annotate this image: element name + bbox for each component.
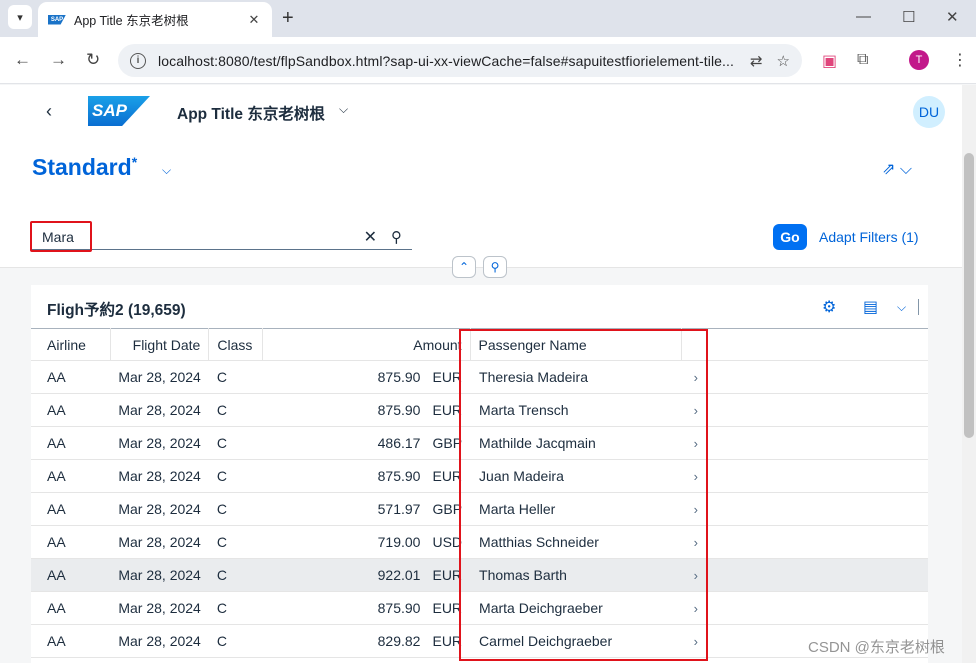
chevron-right-icon[interactable]: › <box>681 459 928 493</box>
cell-amount: 875.90 <box>262 459 429 493</box>
chevron-down-icon[interactable]: ⌵ <box>897 300 906 315</box>
column-header-airline[interactable]: Airline <box>31 328 111 361</box>
cell-airline: AA <box>31 393 111 427</box>
cell-airline: AA <box>31 558 111 592</box>
tab-title: App Title 东京老树根 <box>74 14 189 28</box>
back-icon[interactable]: ‹ <box>46 101 52 122</box>
cell-class: C <box>208 426 263 460</box>
cell-airline: AA <box>31 525 111 559</box>
cell-airline: AA <box>31 360 111 394</box>
chevron-right-icon[interactable]: › <box>681 558 928 592</box>
cell-flight-date: Mar 28, 2024 <box>110 426 209 460</box>
cell-amount: 875.90 <box>262 591 429 625</box>
go-button[interactable]: Go <box>773 224 807 250</box>
cell-class: C <box>208 525 263 559</box>
settings-gear-icon[interactable]: ⚙ <box>822 297 836 317</box>
chevron-down-icon[interactable]: ⌵ <box>339 102 348 117</box>
scrollbar-thumb[interactable] <box>964 153 974 438</box>
share-icon[interactable]: ⇗ ⌵ <box>882 159 912 179</box>
cell-amount: 875.90 <box>262 393 429 427</box>
adapt-filters-button[interactable]: Adapt Filters (1) <box>819 229 919 245</box>
back-arrow-icon[interactable]: ← <box>14 50 31 70</box>
shell-bar: ‹ SAP App Title 东京老树根 ⌵ DU <box>0 85 962 137</box>
user-avatar[interactable]: DU <box>913 96 945 128</box>
clear-icon[interactable]: ✕ <box>364 227 377 247</box>
column-header-class[interactable]: Class <box>208 328 264 361</box>
new-tab-icon[interactable]: + <box>282 7 294 30</box>
cell-amount: 486.17 <box>262 426 429 460</box>
maximize-icon[interactable]: ☐ <box>902 8 915 26</box>
chevron-right-icon[interactable]: › <box>681 360 928 394</box>
search-icon[interactable]: ⚲ <box>391 228 402 246</box>
browser-toolbar: ← → ↻ i localhost:8080/test/flpSandbox.h… <box>0 37 976 84</box>
chevron-right-icon[interactable]: › <box>681 525 928 559</box>
column-header-navigation <box>681 328 928 361</box>
cell-class: C <box>208 360 263 394</box>
search-highlight-box <box>30 221 92 252</box>
cell-amount: 922.01 <box>262 558 429 592</box>
browser-tab[interactable]: SAP App Title 东京老树根 ✕ <box>38 2 272 37</box>
chevron-right-icon[interactable]: › <box>681 393 928 427</box>
cell-flight-date: Mar 28, 2024 <box>110 525 209 559</box>
page-scrollbar[interactable] <box>962 85 976 663</box>
url-text[interactable]: localhost:8080/test/flpSandbox.html?sap-… <box>158 53 736 69</box>
app-title[interactable]: App Title 东京老树根 <box>177 102 325 124</box>
cell-amount: 719.00 <box>262 525 429 559</box>
chevron-right-icon[interactable]: › <box>681 492 928 526</box>
watermark: CSDN @东京老树根 <box>808 639 945 656</box>
cell-class: C <box>208 393 263 427</box>
browser-tab-bar: ▾ SAP App Title 东京老树根 ✕ + — ☐ ✕ <box>0 0 976 37</box>
cell-class: C <box>208 492 263 526</box>
cell-amount: 829.82 <box>262 624 429 658</box>
cell-airline: AA <box>31 459 111 493</box>
star-icon[interactable]: ☆ <box>777 52 790 70</box>
translate-icon[interactable]: ⇄ <box>750 52 763 70</box>
cell-airline: AA <box>31 492 111 526</box>
chevron-right-icon[interactable]: › <box>681 426 928 460</box>
pin-icon[interactable]: ⚲ <box>483 256 507 278</box>
site-info-icon[interactable]: i <box>130 52 146 69</box>
cell-flight-date: Mar 28, 2024 <box>110 360 209 394</box>
cell-flight-date: Mar 28, 2024 <box>110 393 209 427</box>
cell-flight-date: Mar 28, 2024 <box>110 558 209 592</box>
extension-icon[interactable]: ▣ <box>822 51 837 71</box>
cell-airline: AA <box>31 591 111 625</box>
cell-class: C <box>208 624 263 658</box>
minimize-icon[interactable]: — <box>856 8 871 25</box>
export-icon[interactable]: ▤ <box>863 297 878 317</box>
reload-icon[interactable]: ↻ <box>86 50 100 70</box>
variant-modified-marker: * <box>131 154 138 170</box>
cell-airline: AA <box>31 624 111 658</box>
cell-flight-date: Mar 28, 2024 <box>110 459 209 493</box>
column-header-amount[interactable]: Amount <box>262 328 471 361</box>
chevron-down-icon[interactable]: ▾ <box>8 5 32 29</box>
cell-class: C <box>208 558 263 592</box>
profile-avatar[interactable]: T <box>909 50 929 70</box>
column-header-flight-date[interactable]: Flight Date <box>110 328 210 361</box>
passenger-highlight-box <box>459 329 708 661</box>
window-close-icon[interactable]: ✕ <box>946 8 959 26</box>
cell-amount: 571.97 <box>262 492 429 526</box>
address-bar[interactable]: i localhost:8080/test/flpSandbox.html?sa… <box>118 44 802 77</box>
sap-logo[interactable]: SAP <box>88 96 150 126</box>
chevron-down-icon[interactable]: ⌵ <box>162 163 171 178</box>
chevron-right-icon[interactable]: › <box>681 591 928 625</box>
cell-flight-date: Mar 28, 2024 <box>110 492 209 526</box>
cell-amount: 875.90 <box>262 360 429 394</box>
forward-arrow-icon[interactable]: → <box>50 50 67 70</box>
toolbar-separator <box>918 299 919 315</box>
cell-class: C <box>208 459 263 493</box>
cell-airline: AA <box>31 426 111 460</box>
more-menu-icon[interactable]: ⋮ <box>952 50 968 70</box>
cell-class: C <box>208 591 263 625</box>
puzzle-icon[interactable]: ⧉ <box>857 51 868 69</box>
sap-favicon-icon: SAP <box>48 14 66 25</box>
collapse-header-icon[interactable]: ⌃ <box>452 256 476 278</box>
filter-header: Standard* ⌵ ⇗ ⌵ Mara ✕ ⚲ Go Adapt Filter… <box>0 137 962 278</box>
cell-flight-date: Mar 28, 2024 <box>110 624 209 658</box>
cell-flight-date: Mar 28, 2024 <box>110 591 209 625</box>
table-title: Fligh予約2 (19,659) <box>47 302 186 319</box>
close-icon[interactable]: ✕ <box>246 12 262 28</box>
variant-title[interactable]: Standard* <box>32 154 137 181</box>
